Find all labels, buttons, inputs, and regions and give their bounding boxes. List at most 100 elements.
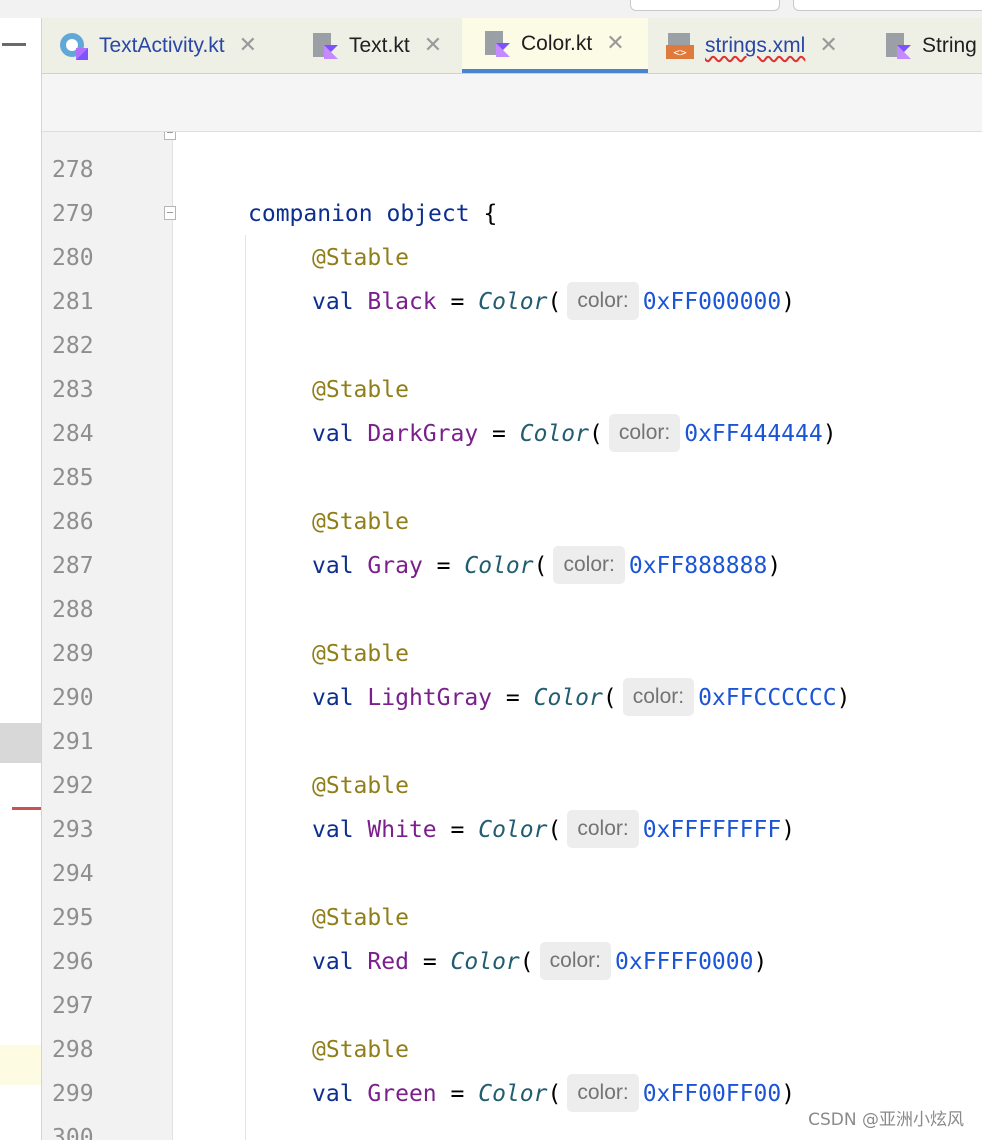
paren: (: [589, 421, 603, 447]
line-number: 287: [52, 553, 94, 579]
property-name: Black: [367, 289, 437, 315]
line-number: 282: [52, 333, 94, 359]
close-icon[interactable]: ✕: [424, 33, 442, 58]
function-call: Color: [533, 685, 603, 711]
code-line-annotation[interactable]: @Stable: [312, 368, 409, 412]
editor-tab-bar: TextActivity.kt ✕ Text.kt ✕ Color.kt ✕ <…: [42, 18, 982, 74]
operator: =: [505, 685, 520, 711]
keyword: val: [312, 421, 354, 447]
close-icon[interactable]: ✕: [239, 33, 257, 58]
code-line-color-red[interactable]: val Red = Color(color: 0xFFFF0000): [312, 940, 767, 984]
line-number: 290: [52, 685, 94, 711]
close-icon[interactable]: ✕: [819, 33, 837, 58]
tab-text-kt[interactable]: Text.kt ✕: [290, 18, 462, 73]
line-number: 281: [52, 289, 94, 315]
paren: (: [547, 817, 562, 843]
kotlin-file-icon: [886, 32, 911, 59]
line-number: 296: [52, 949, 94, 975]
function-call: Color: [464, 553, 534, 579]
paren: ): [836, 685, 851, 711]
line-number: 297: [52, 993, 94, 1019]
tab-strings-xml[interactable]: <> strings.xml ✕: [648, 18, 863, 73]
annotation: @Stable: [312, 905, 409, 931]
code-line-color-darkgray[interactable]: val DarkGray = Color(color: 0xFF444444): [312, 412, 837, 456]
code-line-color-black[interactable]: val Black = Color(color: 0xFF000000): [312, 280, 795, 324]
paren: ): [822, 421, 837, 447]
left-tool-panel: [0, 18, 42, 1140]
keyword: object: [386, 201, 470, 227]
tab-label: String: [922, 33, 977, 57]
code-line-color-lightgray[interactable]: val LightGray = Color(color: 0xFFCCCCCC): [312, 676, 850, 720]
fold-marker-icon[interactable]: [164, 132, 176, 140]
code-line-companion[interactable]: companion object {: [248, 192, 497, 236]
collapse-icon[interactable]: [2, 43, 26, 46]
code-line-color-white[interactable]: val White = Color(color: 0xFFFFFFFF): [312, 808, 795, 852]
function-call: Color: [450, 949, 520, 975]
line-number: 280: [52, 245, 94, 271]
paren: ): [781, 817, 796, 843]
operator: =: [422, 949, 437, 975]
property-name: White: [367, 817, 437, 843]
svg-text:<>: <>: [673, 46, 687, 59]
tab-label: strings.xml: [705, 33, 806, 57]
operator: =: [492, 421, 506, 447]
paren: (: [602, 685, 617, 711]
hex-literal: 0xFF444444: [684, 421, 823, 447]
code-line-annotation[interactable]: @Stable: [312, 236, 409, 280]
paren: ): [781, 289, 796, 315]
keyword: val: [312, 1081, 354, 1107]
kotlin-file-icon: [485, 30, 510, 57]
line-number: 279: [52, 201, 94, 227]
device-dropdown[interactable]: [793, 0, 982, 11]
code-line-annotation[interactable]: @Stable: [312, 500, 409, 544]
panel-selection-highlight: [0, 723, 41, 763]
code-editor[interactable]: 278 279 280 281 282 283 284 285 286 287 288 289 290 2…: [42, 132, 982, 1140]
keyword: val: [312, 817, 354, 843]
line-number: 285: [52, 465, 94, 491]
code-line-annotation[interactable]: @Stable: [312, 1028, 409, 1072]
param-name-hint: color:: [553, 545, 625, 584]
hex-literal: 0xFF888888: [628, 553, 768, 579]
tab-color-kt[interactable]: Color.kt ✕: [462, 18, 648, 73]
line-number: 300: [52, 1125, 94, 1140]
property-name: LightGray: [367, 685, 493, 711]
code-line-color-gray[interactable]: val Gray = Color(color: 0xFF888888): [312, 544, 781, 588]
line-number: 288: [52, 597, 94, 623]
keyword: val: [312, 949, 354, 975]
breadcrumb-bar: [42, 74, 982, 132]
tab-label: TextActivity.kt: [99, 33, 225, 57]
annotation: @Stable: [312, 509, 409, 535]
annotation: @Stable: [312, 1037, 409, 1063]
paren: (: [547, 1081, 562, 1107]
error-marker: [12, 807, 41, 810]
close-icon[interactable]: ✕: [606, 31, 624, 56]
code-line-annotation[interactable]: @Stable: [312, 896, 409, 940]
paren: ): [781, 1081, 796, 1107]
tab-label: Color.kt: [521, 31, 593, 55]
function-call: Color: [519, 421, 590, 447]
line-number: 291: [52, 729, 94, 755]
tab-string[interactable]: String: [863, 18, 982, 73]
line-number: 286: [52, 509, 94, 535]
fold-marker-icon[interactable]: [164, 206, 176, 220]
tab-textactivity[interactable]: TextActivity.kt ✕: [42, 18, 290, 73]
param-name-hint: color:: [567, 1073, 639, 1112]
line-number: 299: [52, 1081, 94, 1107]
watermark: CSDN @亚洲小炫风: [804, 1103, 968, 1132]
code-line-annotation[interactable]: @Stable: [312, 764, 409, 808]
keyword: val: [312, 553, 354, 579]
annotation: @Stable: [312, 245, 409, 271]
param-name-hint: color:: [567, 809, 639, 848]
indent-guide: [245, 235, 246, 1140]
line-number: 278: [52, 157, 94, 183]
code-line-color-green[interactable]: val Green = Color(color: 0xFF00FF00): [312, 1072, 795, 1116]
param-name-hint: color:: [539, 941, 611, 980]
brace: {: [483, 201, 498, 227]
property-name: Red: [367, 949, 409, 975]
run-config-dropdown[interactable]: [630, 0, 780, 11]
property-name: Gray: [367, 553, 423, 579]
code-line-annotation[interactable]: @Stable: [312, 632, 409, 676]
annotation: @Stable: [312, 773, 409, 799]
line-number: 295: [52, 905, 94, 931]
param-name-hint: color:: [608, 413, 681, 452]
